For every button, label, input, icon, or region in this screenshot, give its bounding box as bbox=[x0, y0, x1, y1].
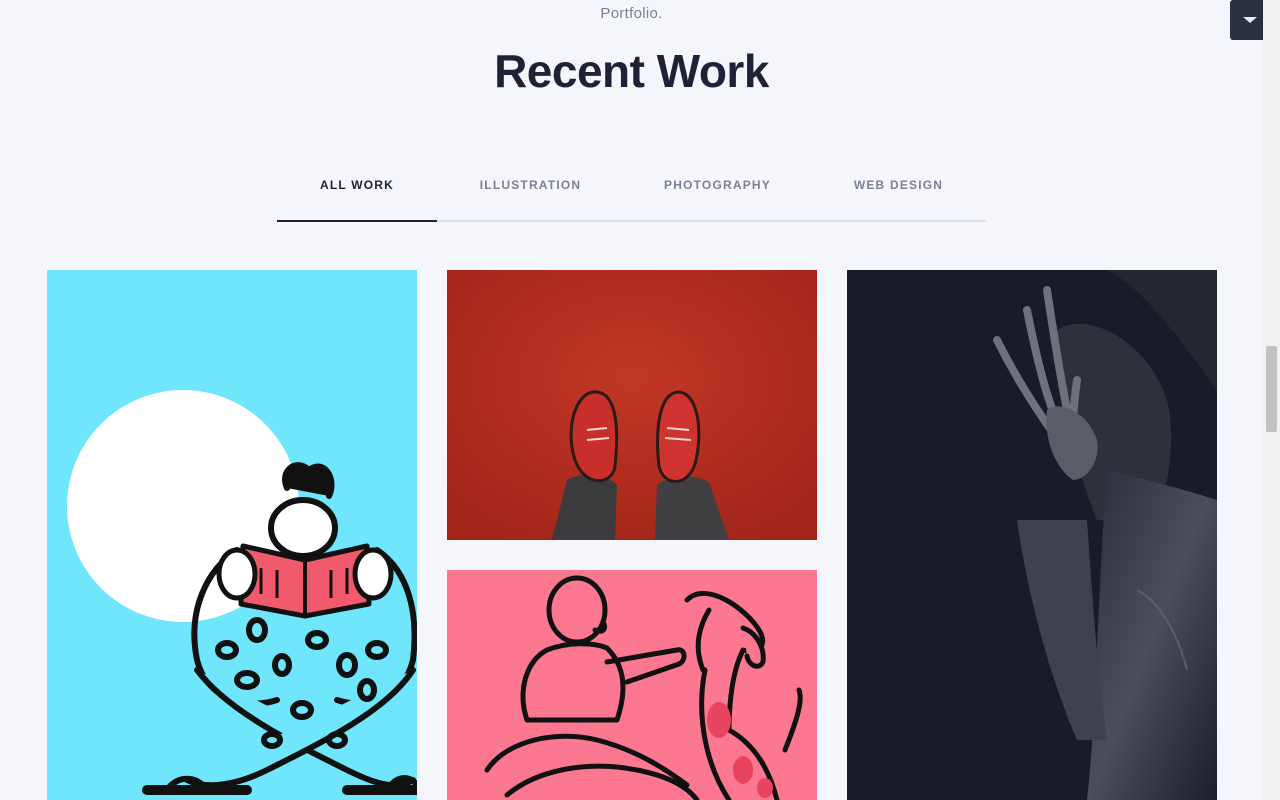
portfolio-item-reading-illustration[interactable] bbox=[47, 270, 417, 800]
tab-web-design[interactable]: WEB DESIGN bbox=[811, 170, 986, 220]
portrait-dark-photo bbox=[847, 270, 1217, 800]
tab-illustration[interactable]: ILLUSTRATION bbox=[437, 170, 624, 220]
caret-down-icon bbox=[1243, 17, 1257, 23]
portfolio-item-dark-portrait[interactable] bbox=[847, 270, 1217, 800]
tab-photography[interactable]: PHOTOGRAPHY bbox=[624, 170, 811, 220]
reading-figure-illustration bbox=[47, 270, 417, 800]
section-title: Recent Work bbox=[494, 45, 769, 97]
portfolio-item-red-sneakers[interactable] bbox=[447, 270, 817, 540]
page-scrollbar[interactable] bbox=[1263, 0, 1280, 800]
portfolio-filter-tabs: ALL WORK ILLUSTRATION PHOTOGRAPHY WEB DE… bbox=[277, 170, 986, 222]
portfolio-section: Portfolio. Recent Work ALL WORK ILLUSTRA… bbox=[0, 0, 1280, 800]
portfolio-item-man-with-dog[interactable] bbox=[447, 570, 817, 800]
section-eyebrow: Portfolio. bbox=[600, 5, 663, 22]
red-sneakers-photo bbox=[447, 270, 817, 540]
man-with-dog-illustration bbox=[447, 570, 817, 800]
scrollbar-thumb[interactable] bbox=[1266, 346, 1277, 432]
tab-all-work[interactable]: ALL WORK bbox=[277, 170, 437, 222]
